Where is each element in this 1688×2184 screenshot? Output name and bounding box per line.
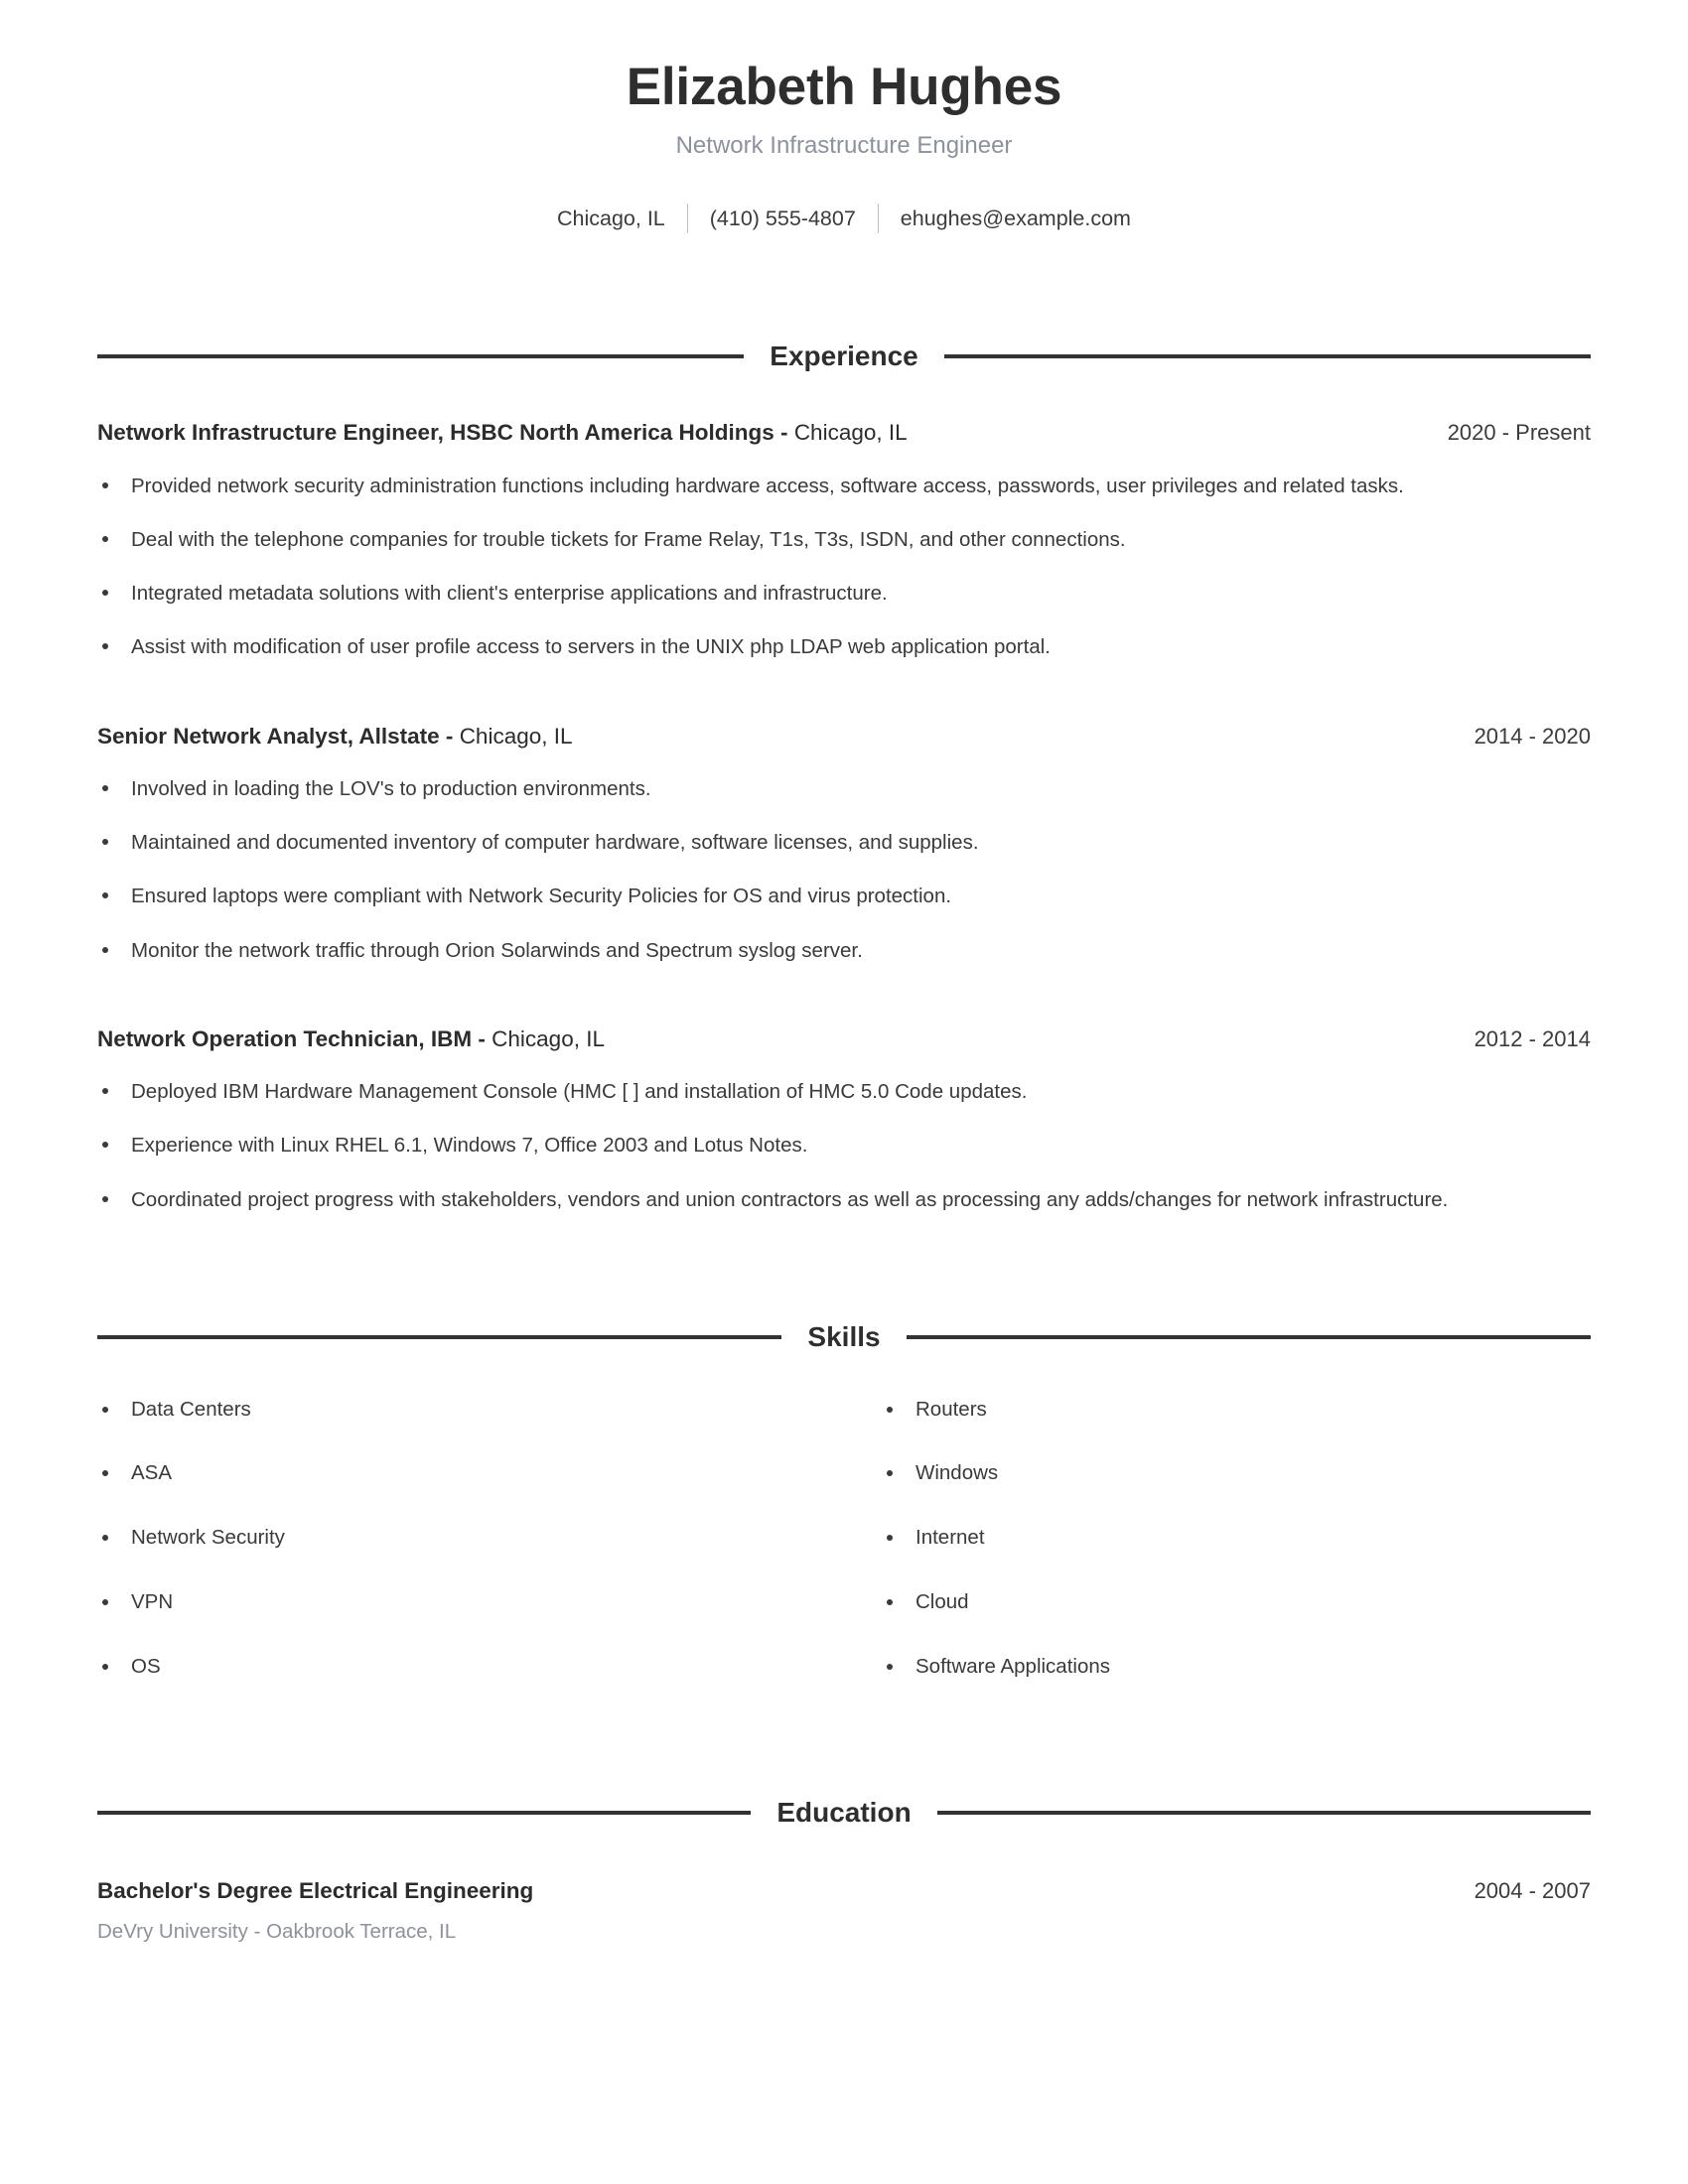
experience-entry-header: Network Infrastructure Engineer, HSBC No…	[97, 418, 1591, 448]
education-section: Education Bachelor's Degree Electrical E…	[97, 1799, 1591, 1944]
resume-header: Elizabeth Hughes Network Infrastructure …	[97, 0, 1591, 234]
contact-divider-icon	[877, 204, 879, 234]
experience-entry-location: Chicago, IL	[492, 1025, 605, 1051]
list-item: ASA	[97, 1458, 844, 1489]
skills-list-left: Data Centers ASA Network Security VPN OS	[97, 1395, 844, 1683]
section-rule-right	[943, 354, 1592, 359]
skills-section: Skills Data Centers ASA Network Security…	[97, 1320, 1592, 1683]
skills-list-right: Routers Windows Internet Cloud Software …	[882, 1395, 1591, 1683]
education-section-title: Education	[776, 1797, 912, 1829]
list-item: Network Security	[97, 1523, 844, 1554]
experience-entry-dates: 2020 - Present	[1447, 420, 1591, 446]
experience-entry-bullets: Involved in loading the LOV's to product…	[97, 772, 1591, 967]
contact-email[interactable]: ehughes@example.com	[901, 206, 1131, 231]
list-item: Software Applications	[882, 1652, 1591, 1683]
experience-entry-role: Network Operation Technician, IBM -	[97, 1025, 486, 1051]
education-entry-header: Bachelor's Degree Electrical Engineering…	[97, 1878, 1591, 1904]
skills-column-left: Data Centers ASA Network Security VPN OS	[97, 1361, 844, 1683]
list-item: Routers	[882, 1395, 1591, 1426]
list-item: Maintained and documented inventory of c…	[97, 826, 1591, 859]
list-item: Experience with Linux RHEL 6.1, Windows …	[97, 1129, 1591, 1161]
experience-entry-header: Senior Network Analyst, Allstate - Chica…	[97, 722, 1591, 751]
education-dates: 2004 - 2007	[1474, 1878, 1591, 1904]
list-item: Internet	[882, 1523, 1591, 1554]
list-item: Windows	[882, 1458, 1591, 1489]
contact-location: Chicago, IL	[557, 205, 665, 230]
education-entry: Bachelor's Degree Electrical Engineering…	[97, 1878, 1591, 1944]
experience-entry-title: Network Infrastructure Engineer, HSBC No…	[97, 418, 908, 448]
experience-section-title: Experience	[770, 341, 918, 372]
list-item: Cloud	[882, 1587, 1591, 1618]
experience-entry-location: Chicago, IL	[459, 723, 573, 749]
experience-entry-role: Network Infrastructure Engineer, HSBC No…	[97, 420, 788, 446]
experience-entry-bullets: Deployed IBM Hardware Management Console…	[97, 1075, 1591, 1216]
experience-entry: Network Infrastructure Engineer, HSBC No…	[97, 418, 1591, 663]
experience-entry-title: Senior Network Analyst, Allstate - Chica…	[97, 722, 573, 751]
experience-entry-bullets: Provided network security administration…	[97, 470, 1591, 664]
experience-entry-title: Network Operation Technician, IBM - Chic…	[97, 1024, 605, 1054]
experience-section-header: Experience	[97, 341, 1592, 372]
contact-divider-icon	[686, 204, 688, 234]
list-item: OS	[97, 1652, 844, 1683]
skills-section-header: Skills	[97, 1320, 1592, 1352]
experience-entry: Network Operation Technician, IBM - Chic…	[97, 1024, 1591, 1216]
list-item: Ensured laptops were compliant with Netw…	[97, 880, 1591, 912]
resume-page: Elizabeth Hughes Network Infrastructure …	[0, 0, 1688, 2184]
skills-grid: Data Centers ASA Network Security VPN OS…	[97, 1361, 1591, 1683]
experience-section: Experience Network Infrastructure Engine…	[97, 341, 1592, 1216]
list-item: Integrated metadata solutions with clien…	[97, 577, 1591, 610]
list-item: Involved in loading the LOV's to product…	[97, 772, 1591, 805]
contact-line: Chicago, IL (410) 555-4807 ehughes@examp…	[97, 204, 1591, 234]
experience-entry-location: Chicago, IL	[793, 420, 908, 446]
candidate-name: Elizabeth Hughes	[626, 58, 1062, 116]
experience-entry-role: Senior Network Analyst, Allstate -	[97, 723, 454, 749]
skills-column-right: Routers Windows Internet Cloud Software …	[844, 1361, 1591, 1683]
section-rule-right	[936, 1811, 1591, 1816]
list-item: VPN	[97, 1587, 844, 1618]
experience-entry: Senior Network Analyst, Allstate - Chica…	[97, 722, 1591, 967]
experience-entry-header: Network Operation Technician, IBM - Chic…	[97, 1024, 1591, 1054]
section-rule-left	[97, 1811, 752, 1816]
section-rule-left	[97, 354, 745, 359]
list-item: Data Centers	[97, 1395, 844, 1426]
list-item: Provided network security administration…	[97, 470, 1591, 502]
section-rule-right	[906, 1334, 1592, 1339]
list-item: Deployed IBM Hardware Management Console…	[97, 1075, 1591, 1108]
education-school: DeVry University - Oakbrook Terrace, IL	[97, 1920, 457, 1944]
list-item: Deal with the telephone companies for tr…	[97, 523, 1591, 556]
list-item: Assist with modification of user profile…	[97, 630, 1591, 663]
contact-phone[interactable]: (410) 555-4807	[710, 206, 856, 231]
education-section-header: Education	[97, 1799, 1591, 1827]
list-item: Monitor the network traffic through Orio…	[97, 934, 1591, 967]
education-degree: Bachelor's Degree Electrical Engineering	[97, 1878, 534, 1904]
candidate-title: Network Infrastructure Engineer	[675, 132, 1013, 160]
experience-entry-dates: 2012 - 2014	[1474, 1025, 1591, 1051]
section-rule-left	[97, 1334, 782, 1339]
experience-entry-dates: 2014 - 2020	[1474, 723, 1591, 749]
skills-section-title: Skills	[807, 1320, 881, 1352]
list-item: Coordinated project progress with stakeh…	[97, 1183, 1591, 1216]
